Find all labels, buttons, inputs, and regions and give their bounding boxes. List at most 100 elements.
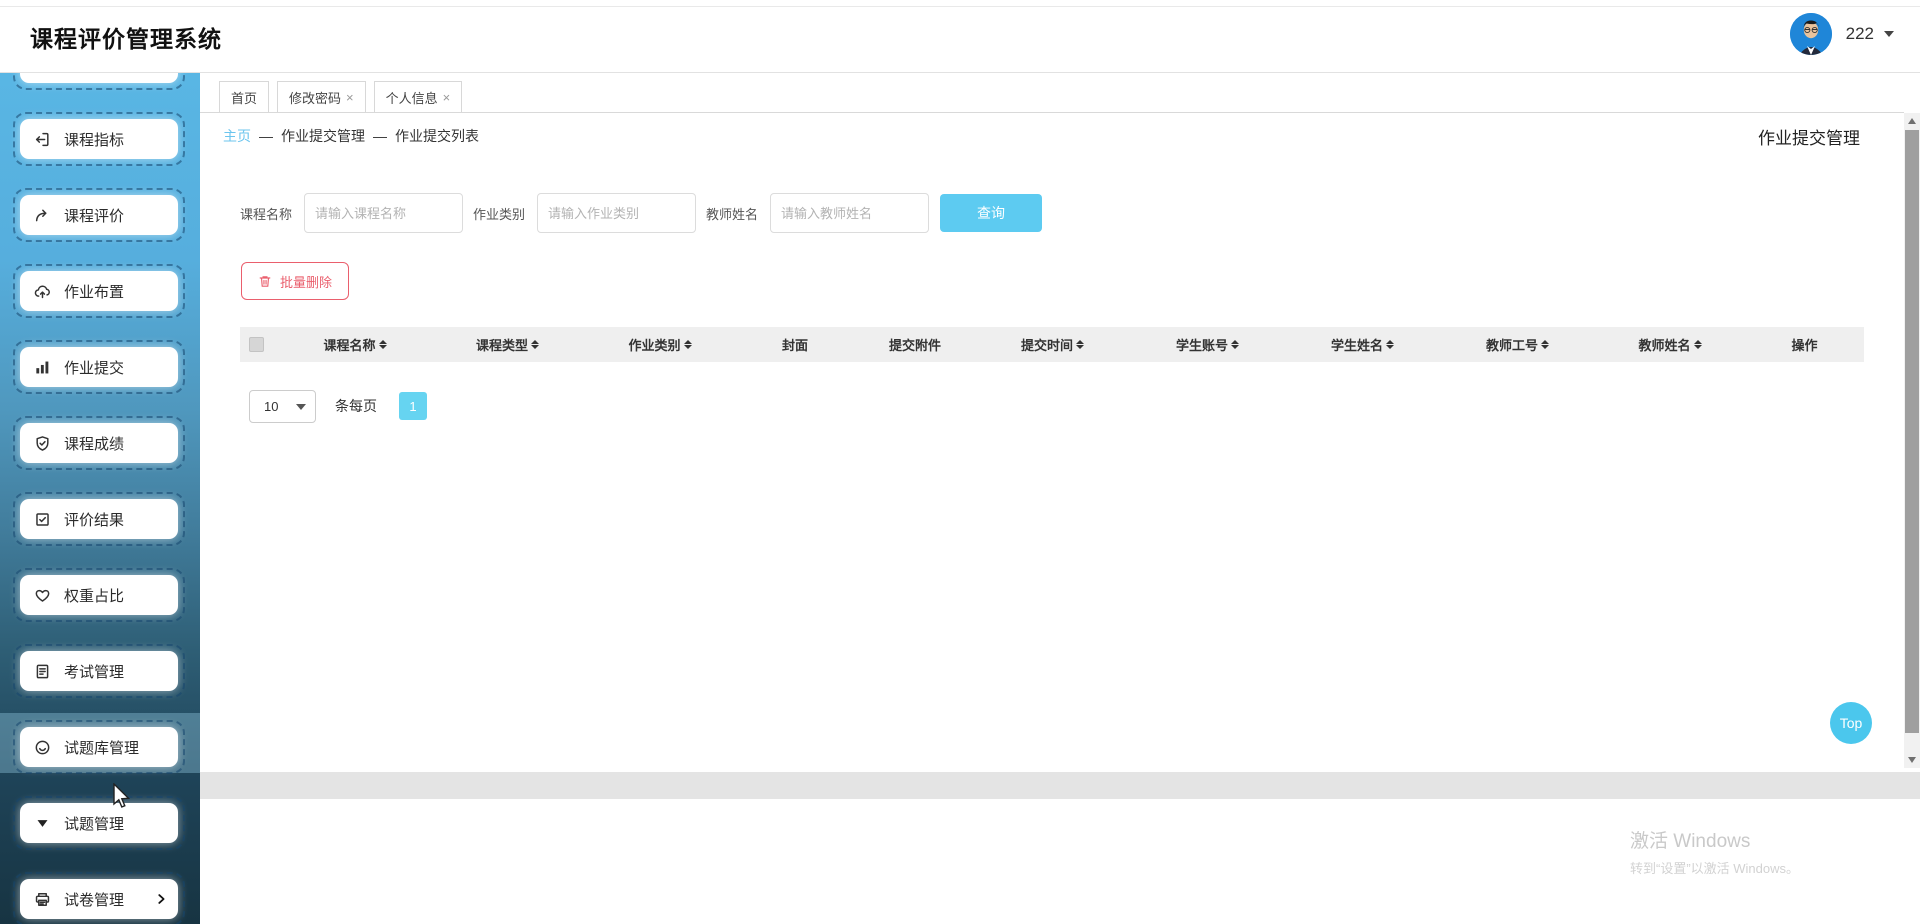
sidebar-item-课程指标[interactable]: 课程指标	[13, 112, 185, 166]
sidebar-item-label: 评价结果	[64, 511, 125, 529]
breadcrumb-separator: —	[373, 128, 387, 144]
dashed-ring	[13, 73, 185, 90]
column-header-课程名称[interactable]: 课程名称	[280, 335, 430, 354]
sidebar-item-评价结果[interactable]: 评价结果	[13, 492, 185, 546]
sort-icon	[1693, 340, 1702, 349]
sidebar-item-label: 课程成绩	[64, 435, 125, 453]
sidebar-item-label: 作业布置	[64, 283, 125, 301]
column-label: 教师姓名	[1638, 338, 1691, 353]
page-size-select[interactable]: 10	[249, 389, 316, 423]
chevron-down-icon[interactable]	[1884, 31, 1894, 37]
watermark-line2: 转到“设置”以激活 Windows。	[1630, 861, 1800, 876]
back-to-top-button[interactable]: Top	[1830, 702, 1872, 744]
batch-delete-button[interactable]: 批量删除	[241, 262, 350, 300]
heart-icon	[34, 587, 51, 604]
filter-input-0[interactable]	[304, 193, 464, 233]
column-label: 作业类别	[628, 338, 681, 353]
filter-input-1[interactable]	[537, 193, 697, 233]
column-label: 操作	[1791, 338, 1818, 353]
footer-divider	[200, 772, 1920, 799]
sort-icon	[531, 340, 539, 349]
sidebar-item-权重占比[interactable]: 权重占比	[13, 568, 185, 622]
caret-down-icon	[34, 815, 51, 832]
sidebar-item-label: 试题库管理	[64, 739, 140, 757]
window-top-edge	[0, 6, 1920, 7]
sidebar-item-partial[interactable]	[13, 73, 185, 90]
chevron-right-icon[interactable]	[154, 892, 168, 906]
tab-bar: 首页 修改密码 × 个人信息 ×	[200, 73, 1904, 113]
sidebar-item-试题库管理[interactable]: 试题库管理	[13, 720, 185, 774]
user-menu[interactable]: 222	[1789, 13, 1894, 55]
sort-icon	[1541, 340, 1549, 349]
app-header: 课程评价管理系统 222	[0, 0, 1920, 73]
sidebar-item-试题管理[interactable]: 试题管理	[13, 796, 185, 850]
close-icon[interactable]: ×	[346, 90, 354, 105]
sidebar-item-label: 作业提交	[64, 359, 125, 377]
doc-check-icon	[34, 511, 51, 528]
filter-label: 作业类别	[473, 206, 526, 222]
sort-icon	[683, 340, 692, 349]
breadcrumb: 主页 — 作业提交管理 — 作业提交列表	[223, 126, 479, 146]
page-size-value: 10	[264, 398, 279, 414]
column-header-教师工号[interactable]: 教师工号	[1440, 335, 1595, 354]
sidebar-item-label: 课程指标	[64, 131, 125, 149]
page-title: 作业提交管理	[1758, 129, 1860, 148]
watermark-line1: 激活 Windows	[1630, 831, 1751, 852]
filter-label: 课程名称	[240, 206, 293, 222]
sort-icon	[1386, 340, 1394, 349]
search-form: 课程名称 作业类别 教师姓名 查询	[200, 193, 1043, 233]
windows-watermark: 激活 Windows 转到“设置”以激活 Windows。	[1630, 826, 1799, 877]
column-label: 教师工号	[1485, 338, 1538, 353]
select-all-cell	[240, 337, 280, 352]
sidebar-item-试卷管理[interactable]: 试卷管理	[13, 872, 185, 924]
screen: 课程评价管理系统 222 课程指标课程评价作业布置作业提交课程成绩评价结果权重占…	[0, 0, 1920, 924]
column-label: 课程名称	[323, 338, 376, 353]
sort-icon	[378, 340, 387, 349]
shield-check-icon	[34, 435, 51, 452]
sidebar-item-作业提交[interactable]: 作业提交	[13, 340, 185, 394]
column-header-学生账号[interactable]: 学生账号	[1130, 335, 1285, 354]
tab-修改密码[interactable]: 修改密码 ×	[277, 81, 366, 112]
column-header-学生姓名[interactable]: 学生姓名	[1285, 335, 1440, 354]
scrollbar-thumb[interactable]	[1905, 130, 1919, 733]
sort-icon	[1231, 340, 1239, 349]
sidebar-item-label: 课程评价	[64, 207, 125, 225]
cloud-upload-icon	[34, 283, 51, 300]
page-button-1[interactable]: 1	[399, 392, 427, 420]
scrollbar[interactable]	[1904, 113, 1920, 768]
tab-个人信息[interactable]: 个人信息 ×	[373, 81, 463, 112]
sidebar-item-label: 试题管理	[64, 815, 125, 833]
breadcrumb-home-link[interactable]: 主页	[223, 128, 251, 144]
column-header-课程类型[interactable]: 课程类型	[430, 335, 585, 354]
filter-input-2[interactable]	[770, 193, 930, 233]
sidebar-item-课程评价[interactable]: 课程评价	[13, 188, 185, 242]
column-header-作业类别[interactable]: 作业类别	[585, 335, 735, 354]
smiley-icon	[34, 739, 51, 756]
avatar[interactable]	[1789, 13, 1832, 55]
close-icon[interactable]: ×	[443, 90, 451, 105]
column-label: 学生账号	[1175, 338, 1228, 353]
scroll-up-arrow[interactable]	[1904, 113, 1920, 129]
chevron-down-icon	[296, 403, 306, 410]
column-label: 提交附件	[888, 338, 941, 353]
sort-icon	[1076, 340, 1084, 349]
scroll-down-arrow[interactable]	[1904, 752, 1920, 768]
breadcrumb-crumb: 作业提交列表	[395, 128, 479, 144]
trash-icon	[259, 275, 271, 287]
sidebar-item-label: 权重占比	[64, 587, 125, 605]
sidebar-item-课程成绩[interactable]: 课程成绩	[13, 416, 185, 470]
column-header-教师姓名[interactable]: 教师姓名	[1595, 335, 1745, 354]
column-header-封面: 封面	[735, 335, 855, 354]
sidebar-item-作业布置[interactable]: 作业布置	[13, 264, 185, 318]
batch-delete-label: 批量删除	[280, 274, 333, 290]
printer-icon	[34, 891, 51, 908]
select-all-checkbox[interactable]	[249, 337, 264, 352]
column-header-提交时间[interactable]: 提交时间	[975, 335, 1130, 354]
column-label: 学生姓名	[1330, 338, 1383, 353]
table-header: 课程名称 课程类型 作业类别 封面 提交附件 提交时间 学生账号 学生姓名 教师工号 教师姓名 操作	[240, 327, 1864, 362]
tab-首页[interactable]: 首页	[219, 81, 270, 112]
column-header-操作: 操作	[1745, 335, 1864, 354]
breadcrumb-row: 主页 — 作业提交管理 — 作业提交列表 作业提交管理	[200, 113, 1904, 157]
query-button[interactable]: 查询	[940, 194, 1043, 232]
sidebar-item-考试管理[interactable]: 考试管理	[13, 644, 185, 698]
